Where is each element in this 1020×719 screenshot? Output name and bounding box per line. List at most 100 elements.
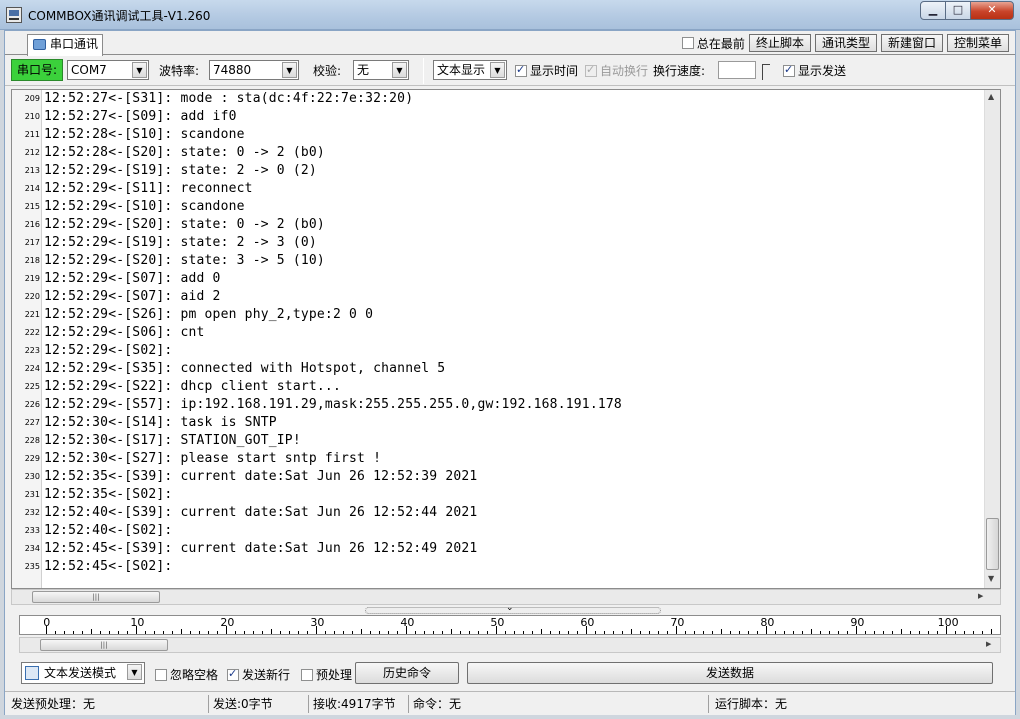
line-number: 210 [24, 112, 40, 121]
horizontal-scroll-thumb[interactable]: ||| [32, 591, 160, 603]
wrap-speed-input[interactable] [718, 61, 756, 79]
port-label[interactable]: 串口号: [11, 59, 63, 81]
ruler-tick [712, 631, 713, 634]
checkbox-box[interactable] [515, 63, 527, 77]
line-number: 220 [24, 292, 40, 301]
control-menu-button[interactable]: 控制菜单 [946, 34, 1009, 52]
auto-wrap-checkbox[interactable]: 自动换行 [585, 62, 648, 79]
tab-serial[interactable]: 串口通讯 [27, 34, 103, 56]
wrap-speed-spin[interactable] [762, 64, 770, 80]
close-button[interactable]: ✕ [970, 1, 1014, 20]
line-number: 225 [24, 382, 40, 391]
chevron-down-icon[interactable]: ⌄ [506, 603, 514, 613]
ruler-tick [181, 629, 182, 634]
checkbox-box[interactable] [227, 667, 239, 681]
app-icon [6, 7, 22, 23]
checkbox-box[interactable] [783, 63, 795, 77]
scroll-down-icon[interactable]: ▼ [988, 574, 994, 583]
port-select[interactable]: COM7 ▼ [67, 60, 149, 80]
ignore-space-checkbox[interactable]: 忽略空格 [155, 666, 218, 683]
checkbox-box[interactable] [301, 668, 313, 681]
ruler-tick [622, 631, 623, 634]
log-line: 221 12:52:29<-[S26]: pm open phy_2,type:2… [12, 306, 987, 324]
log-text: 12:52:29<-[S11]: reconnect [44, 181, 253, 196]
ruler-tick [640, 631, 641, 634]
send-mode-select[interactable]: 文本发送模式 ▼ [21, 662, 145, 684]
serial-port-icon [33, 39, 46, 50]
line-number: 215 [24, 202, 40, 211]
ruler-tick [163, 631, 164, 634]
chevron-down-icon[interactable]: ▼ [132, 62, 147, 78]
line-number: 217 [24, 238, 40, 247]
log-line: 224 12:52:29<-[S35]: connected with Hotsp… [12, 360, 987, 378]
vertical-scrollbar[interactable]: ▲ ▼ [984, 90, 1000, 588]
receive-log[interactable]: 209 12:52:27<-[S31]: mode : sta(dc:4f:22:… [11, 89, 1001, 589]
log-text: 12:52:29<-[S19]: state: 2 -> 0 (2) [44, 163, 317, 178]
checkbox-box[interactable] [155, 668, 167, 681]
ruler-tick [469, 631, 470, 634]
line-number: 219 [24, 274, 40, 283]
scroll-right-icon[interactable]: ▶ [978, 592, 983, 600]
log-text: 12:52:28<-[S20]: state: 0 -> 2 (b0) [44, 145, 325, 160]
status-bar: 发送预处理：无 发送:0字节 接收:4917字节 命令：无 运行脚本：无 [5, 691, 1015, 715]
log-text: 12:52:28<-[S10]: scandone [44, 127, 245, 142]
always-on-top-label: 总在最前 [696, 36, 745, 51]
chevron-down-icon[interactable]: ▼ [127, 664, 142, 680]
log-line: 210 12:52:27<-[S09]: add if0 [12, 108, 987, 126]
show-time-checkbox[interactable]: 显示时间 [515, 62, 578, 79]
line-number: 218 [24, 256, 40, 265]
send-mode-value: 文本发送模式 [44, 666, 117, 680]
ruler-tick [91, 629, 92, 634]
log-text: 12:52:29<-[S10]: scandone [44, 199, 245, 214]
ruler-tick [145, 631, 146, 634]
ruler-tick [343, 631, 344, 634]
maximize-button[interactable]: □ [945, 1, 971, 20]
log-line: 222 12:52:29<-[S06]: cnt [12, 324, 987, 342]
scroll-up-icon[interactable]: ▲ [988, 92, 994, 101]
ruler-tick [928, 631, 929, 634]
ruler-tick [55, 631, 56, 634]
ruler-tick [910, 631, 911, 634]
wrap-speed-label: 换行速度: [653, 64, 706, 78]
checkbox-box[interactable] [585, 63, 597, 77]
ruler-tick [235, 631, 236, 634]
preprocess-checkbox[interactable]: 预处理 [301, 666, 352, 683]
horizontal-scroll-thumb[interactable]: ||| [40, 639, 168, 651]
show-send-checkbox[interactable]: 显示发送 [783, 62, 846, 79]
ruler-tick [514, 631, 515, 634]
checkbox-box[interactable] [681, 37, 694, 49]
log-text: 12:52:40<-[S39]: current date:Sat Jun 26… [44, 505, 478, 520]
line-number: 228 [24, 436, 40, 445]
send-newline-checkbox[interactable]: 发送新行 [227, 666, 290, 683]
scroll-right-icon[interactable]: ▶ [986, 640, 991, 648]
ruler-tick [424, 631, 425, 634]
document-icon [25, 666, 39, 680]
ruler-tick [523, 631, 524, 634]
history-button[interactable]: 历史命令 [355, 662, 459, 684]
ruler-tick [937, 631, 938, 634]
baud-select[interactable]: 74880 ▼ [209, 60, 299, 80]
send-horizontal-scrollbar[interactable]: ||| ▶ [19, 637, 1001, 653]
log-line: 215 12:52:29<-[S10]: scandone [12, 198, 987, 216]
ruler-tick [721, 629, 722, 634]
log-line: 213 12:52:29<-[S19]: state: 2 -> 0 (2) [12, 162, 987, 180]
ruler-tick [244, 631, 245, 634]
chevron-down-icon[interactable]: ▼ [490, 62, 505, 78]
display-mode-select[interactable]: 文本显示 ▼ [433, 60, 507, 80]
parity-select[interactable]: 无 ▼ [353, 60, 409, 80]
log-line: 230 12:52:35<-[S39]: current date:Sat Jun… [12, 468, 987, 486]
line-number: 222 [24, 328, 40, 337]
chevron-down-icon[interactable]: ▼ [392, 62, 407, 78]
ruler-tick [271, 629, 272, 634]
send-data-button[interactable]: 发送数据 [467, 662, 993, 684]
chevron-down-icon[interactable]: ▼ [282, 62, 297, 78]
new-window-button[interactable]: 新建窗口 [880, 34, 943, 52]
comm-type-button[interactable]: 通讯类型 [814, 34, 877, 52]
log-line: 233 12:52:40<-[S02]: [12, 522, 987, 540]
vertical-scroll-thumb[interactable] [986, 518, 999, 570]
minimize-button[interactable]: ▁ [920, 1, 946, 20]
stop-script-button[interactable]: 终止脚本 [748, 34, 811, 52]
ruler-label: 30 [310, 616, 325, 629]
pane-splitter[interactable]: ⌄ [365, 603, 661, 614]
always-on-top-checkbox[interactable]: 总在最前 [681, 35, 745, 52]
